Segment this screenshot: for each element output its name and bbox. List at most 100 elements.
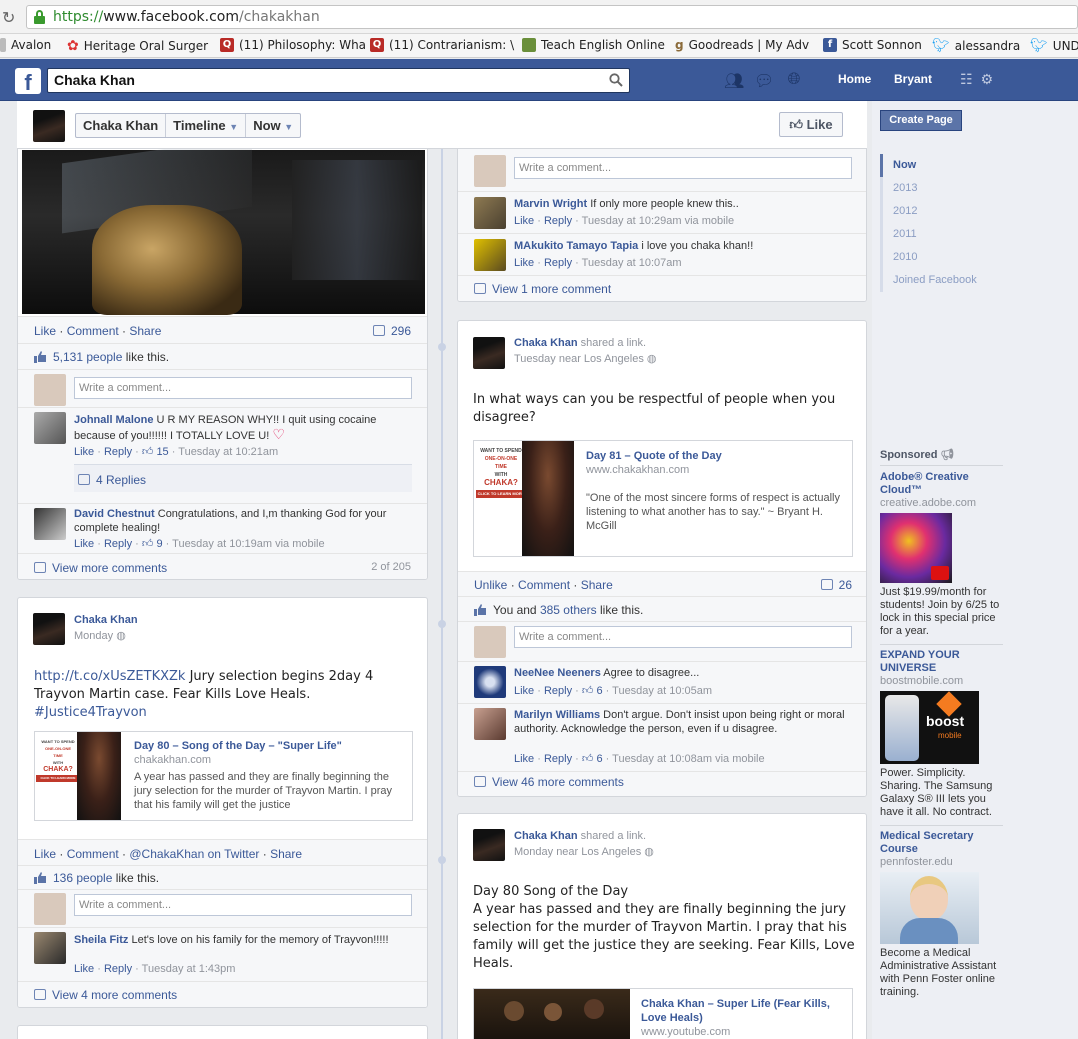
folder-icon xyxy=(522,38,536,52)
comment-author[interactable]: David Chestnut xyxy=(74,508,155,520)
comment-meta: Like · Reply · Tuesday at 10:29am via mo… xyxy=(514,215,735,227)
view-more-comments[interactable]: View 46 more comments xyxy=(474,775,624,789)
comment-reply-link[interactable]: Reply xyxy=(104,446,132,458)
comment-text: i love you chaka khan!! xyxy=(641,240,754,252)
year-joined[interactable]: Joined Facebook xyxy=(880,269,1000,292)
comment-link[interactable]: Comment xyxy=(67,847,119,861)
reload-icon[interactable]: ↻ xyxy=(2,8,15,27)
comment-like-link[interactable]: Like xyxy=(74,446,94,458)
bookmark-scott-sonnon[interactable]: f Scott Sonnon xyxy=(823,38,922,52)
replies-toggle[interactable]: 4 Replies xyxy=(74,464,412,492)
attachment-title[interactable]: Chaka Khan – Super Life (Fear Kills, Lov… xyxy=(641,997,846,1025)
comment-meta: Like · Reply · 👍︎ 6 · Tuesday at 10:08am… xyxy=(514,753,765,765)
attachment-domain: chakakhan.com xyxy=(134,754,212,766)
comment-author[interactable]: MAkukito Tamayo Tapia xyxy=(514,240,638,252)
post-photo-image[interactable] xyxy=(22,136,425,315)
page-avatar[interactable] xyxy=(33,110,65,142)
comment-author[interactable]: Marvin Wright xyxy=(514,198,587,210)
comment-meta: Like · Reply · 👍︎ 9 · Tuesday at 10:19am… xyxy=(74,538,325,550)
bookmark-alessandra[interactable]: 🐦︎ alessandra xyxy=(932,38,1020,54)
view-more-comments[interactable]: View more comments xyxy=(34,561,167,575)
twitter-source-link[interactable]: @ChakaKhan on Twitter xyxy=(129,847,259,861)
bookmark-quora-contrarianism[interactable]: Q (11) Contrarianism: \ xyxy=(370,38,514,52)
comment-author[interactable]: Johnall Malone xyxy=(74,414,153,426)
ad-boost[interactable]: EXPAND YOUR UNIVERSE boostmobile.com boo… xyxy=(880,644,1003,819)
comment-count[interactable]: 296 xyxy=(372,324,411,338)
year-2010[interactable]: 2010 xyxy=(880,246,1000,269)
comment-meta: Like · Reply · 👍︎ 6 · Tuesday at 10:05am xyxy=(514,685,713,697)
settings-gear-icon[interactable]: ⚙ xyxy=(981,71,994,88)
view-more-comments[interactable]: View 4 more comments xyxy=(34,988,177,1002)
bookmark-quora-philosophy[interactable]: Q (11) Philosophy: Wha xyxy=(220,38,366,52)
nav-profile[interactable]: Bryant xyxy=(894,72,932,86)
hashtag-link[interactable]: #Justice4Trayvon xyxy=(34,705,147,720)
comment-icon xyxy=(820,579,833,590)
likes-summary: 5,131 people like this. xyxy=(34,350,169,364)
author-avatar[interactable] xyxy=(33,613,65,645)
year-2013[interactable]: 2013 xyxy=(880,177,1000,200)
comment-input[interactable]: Write a comment... xyxy=(74,894,412,916)
comment-count[interactable]: 26 xyxy=(820,578,852,592)
like-link[interactable]: Like xyxy=(34,847,56,861)
privacy-shortcuts-icon[interactable]: ☷ xyxy=(960,71,973,88)
comment-link[interactable]: Comment xyxy=(67,324,119,338)
view-more-comments[interactable]: View 1 more comment xyxy=(474,282,611,296)
post-shared-link: Chaka Khan shared a link. Tuesday near L… xyxy=(457,320,867,797)
comment-icon xyxy=(474,283,486,294)
bookmark-heritage[interactable]: ✿ Heritage Oral Surger xyxy=(67,38,208,54)
page-like-button[interactable]: 👍︎ Like xyxy=(779,112,843,137)
bookmark-avalon[interactable]: Avalon xyxy=(0,38,51,52)
create-page-button[interactable]: Create Page xyxy=(880,110,962,131)
attachment-description: "One of the most sincere forms of respec… xyxy=(586,492,840,532)
comment-icon xyxy=(34,989,46,1000)
comment-link[interactable]: Comment xyxy=(518,578,570,592)
share-link[interactable]: Share xyxy=(270,847,302,861)
facebook-logo[interactable]: f xyxy=(15,68,41,95)
notifications-icon[interactable]: 🌐︎ xyxy=(784,71,804,89)
post-link[interactable]: http://t.co/xUsZETKXZk xyxy=(34,669,185,684)
likes-others-link[interactable]: 385 others xyxy=(540,603,597,617)
likes-count-link[interactable]: 136 people xyxy=(53,871,112,885)
bookmark-undf[interactable]: 🐦︎UNDF xyxy=(1030,38,1078,54)
author-avatar[interactable] xyxy=(473,337,505,369)
chevron-down-icon: ▼ xyxy=(284,122,294,132)
search-input[interactable]: Chaka Khan xyxy=(47,68,630,93)
link-attachment[interactable]: WANT TO SPEND ONE-ON-ONE TIME WITH CHAKA… xyxy=(34,731,413,821)
comment-input[interactable]: Write a comment... xyxy=(514,626,852,648)
share-link[interactable]: Share xyxy=(581,578,613,592)
ad-pennfoster[interactable]: Medical Secretary Course pennfoster.edu … xyxy=(880,825,1003,999)
bookmark-goodreads[interactable]: g Goodreads | My Adv xyxy=(675,38,809,52)
nav-home[interactable]: Home xyxy=(838,72,871,86)
ad-adobe[interactable]: Adobe® Creative Cloud™ creative.adobe.co… xyxy=(880,471,1003,638)
likes-count-link[interactable]: 5,131 people xyxy=(53,350,122,364)
now-dropdown[interactable]: Now ▼ xyxy=(246,114,300,137)
attachment-title[interactable]: Day 80 – Song of the Day – "Super Life" xyxy=(134,739,404,753)
year-now[interactable]: Now xyxy=(880,154,1000,177)
link-attachment[interactable]: Chaka Khan – Super Life (Fear Kills, Lov… xyxy=(473,988,853,1039)
timeline-dropdown[interactable]: Timeline ▼ xyxy=(166,114,247,137)
post-stub xyxy=(17,1025,428,1039)
search-icon[interactable] xyxy=(609,73,623,87)
bookmark-teach-english[interactable]: Teach English Online xyxy=(522,38,665,52)
comment-input[interactable]: Write a comment... xyxy=(514,157,852,179)
page-name-button[interactable]: Chaka Khan xyxy=(76,114,167,137)
share-link[interactable]: Share xyxy=(129,324,161,338)
comment-author[interactable]: Marilyn Williams xyxy=(514,709,600,721)
url-field[interactable]: https://www.facebook.com/chakakhan xyxy=(26,5,1078,29)
post-author[interactable]: Chaka Khan xyxy=(514,830,578,842)
like-link[interactable]: Like xyxy=(34,324,56,338)
comment-input[interactable]: Write a comment... xyxy=(74,377,412,399)
comment-author[interactable]: NeeNee Neeners xyxy=(514,667,601,679)
comment-author[interactable]: Sheila Fitz xyxy=(74,934,128,946)
video-thumbnail xyxy=(474,989,630,1039)
year-2012[interactable]: 2012 xyxy=(880,200,1000,223)
year-2011[interactable]: 2011 xyxy=(880,223,1000,246)
unlike-link[interactable]: Unlike xyxy=(474,578,507,592)
friend-requests-icon[interactable]: 👥︎ xyxy=(724,71,744,90)
link-attachment[interactable]: WANT TO SPEND ONE-ON-ONE TIME WITH CHAKA… xyxy=(473,440,853,557)
author-avatar[interactable] xyxy=(473,829,505,861)
post-author[interactable]: Chaka Khan xyxy=(514,337,578,349)
attachment-title[interactable]: Day 81 – Quote of the Day xyxy=(586,449,846,463)
post-author[interactable]: Chaka Khan xyxy=(74,614,138,626)
messages-icon[interactable]: 💬︎ xyxy=(754,71,774,90)
